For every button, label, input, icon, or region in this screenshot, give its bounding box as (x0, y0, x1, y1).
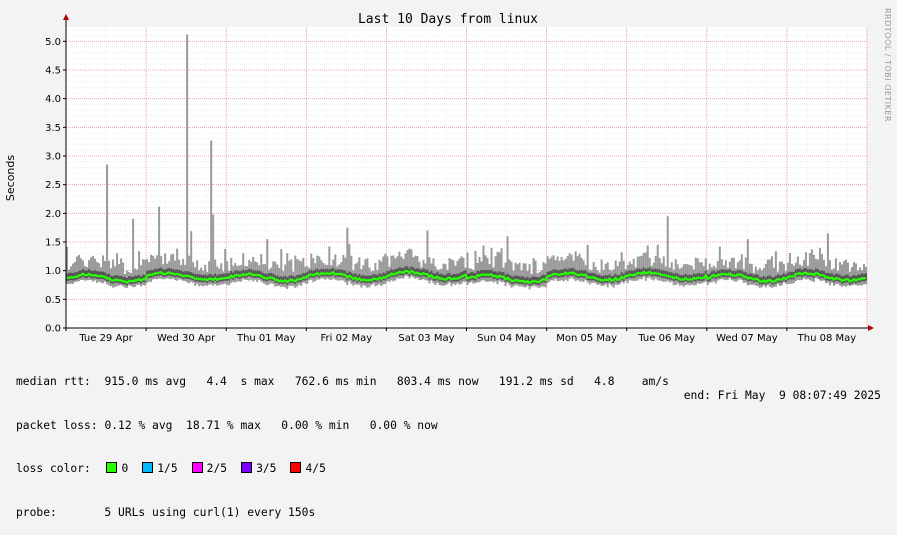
loss-color-swatch (290, 462, 302, 473)
packet-loss-row: packet loss: 0.12 % avg 18.71 % max 0.00… (16, 419, 669, 434)
packet-loss-label: packet loss: (16, 418, 98, 432)
chart-title: Last 10 Days from linux (358, 12, 538, 27)
x-tick-label: Thu 08 May (797, 333, 857, 344)
x-tick-label: Sat 03 May (398, 333, 454, 344)
loss-color-item: 4/5 (288, 462, 326, 475)
probe-text: 5 URLs using curl(1) every 150s (104, 505, 316, 519)
y-tick-label: 1.5 (45, 238, 61, 249)
y-axis-arrow (63, 14, 69, 20)
loss-color-label: 1/5 (157, 462, 178, 475)
median-rtt-label: median rtt: (16, 375, 91, 388)
loss-color-swatch (191, 462, 203, 473)
y-tick-label: 5.0 (45, 37, 61, 48)
end-timestamp: end: Fri May 9 08:07:49 2025 (683, 389, 881, 402)
y-tick-label: 3.5 (45, 123, 61, 134)
x-tick-label: Sun 04 May (477, 333, 536, 344)
loss-color-label: 4/5 (305, 462, 326, 475)
y-tick-label: 4.0 (45, 94, 61, 105)
median-rtt-row: median rtt: 915.0 ms avg 4.4 s max 762.6… (16, 375, 669, 390)
y-tick-label: 2.0 (45, 209, 61, 220)
x-axis-arrow (868, 325, 874, 331)
median-rtt-values: 915.0 ms avg 4.4 s max 762.6 ms min 803.… (104, 375, 669, 388)
probe-label: probe: (16, 505, 57, 519)
loss-color-swatch (241, 462, 253, 473)
x-ticks: Tue 29 Apr Wed 30 Apr Thu 01 May Fri 02 May… (65, 328, 857, 344)
y-ticks: 0.0 0.5 1.0 1.5 2.0 2.5 3.0 3.5 4.0 4.5 5.0 (45, 37, 66, 335)
loss-color-label: loss color: (16, 462, 91, 475)
x-tick-label: Wed 07 May (716, 333, 778, 344)
x-tick-label: Fri 02 May (321, 333, 373, 344)
loss-color-item: 0 (104, 462, 128, 475)
y-tick-label: 3.0 (45, 152, 61, 163)
loss-color-item: 2/5 (190, 462, 227, 475)
x-tick-label: Wed 30 Apr (157, 333, 216, 344)
y-tick-label: 2.5 (45, 180, 61, 191)
y-tick-label: 0.5 (45, 295, 61, 306)
y-tick-label: 4.5 (45, 66, 61, 77)
y-tick-label: 0.0 (45, 324, 61, 335)
x-tick-label: Thu 01 May (236, 333, 296, 344)
latency-chart: 0.0 0.5 1.0 1.5 2.0 2.5 3.0 3.5 4.0 4.5 5.0 Tue 29… (4, 8, 892, 344)
legend: median rtt: 915.0 ms avg 4.4 s max 762.6… (16, 346, 669, 535)
loss-color-row: loss color: 0 1/5 2/5 3/5 4/5 (16, 462, 669, 477)
loss-color-label: 3/5 (256, 462, 277, 475)
y-axis-label: Seconds (4, 155, 17, 201)
x-tick-label: Mon 05 May (556, 333, 617, 344)
x-tick-label: Tue 06 May (637, 333, 695, 344)
loss-color-item: 3/5 (239, 462, 276, 475)
packet-loss-values: 0.12 % avg 18.71 % max 0.00 % min 0.00 %… (104, 418, 438, 432)
loss-color-item: 1/5 (140, 462, 178, 475)
y-tick-label: 1.0 (45, 266, 61, 277)
loss-color-swatch (142, 462, 154, 473)
rrdtool-watermark: RRDTOOL / TOBI OETIKER (883, 8, 892, 122)
loss-color-label: 0 (121, 462, 129, 475)
loss-color-swatch (106, 462, 118, 473)
loss-color-swatches: 0 1/5 2/5 3/5 4/5 (104, 462, 337, 475)
probe-row: probe: 5 URLs using curl(1) every 150s (16, 506, 669, 521)
x-tick-label: Tue 29 Apr (78, 333, 133, 344)
loss-color-label: 2/5 (206, 462, 228, 475)
